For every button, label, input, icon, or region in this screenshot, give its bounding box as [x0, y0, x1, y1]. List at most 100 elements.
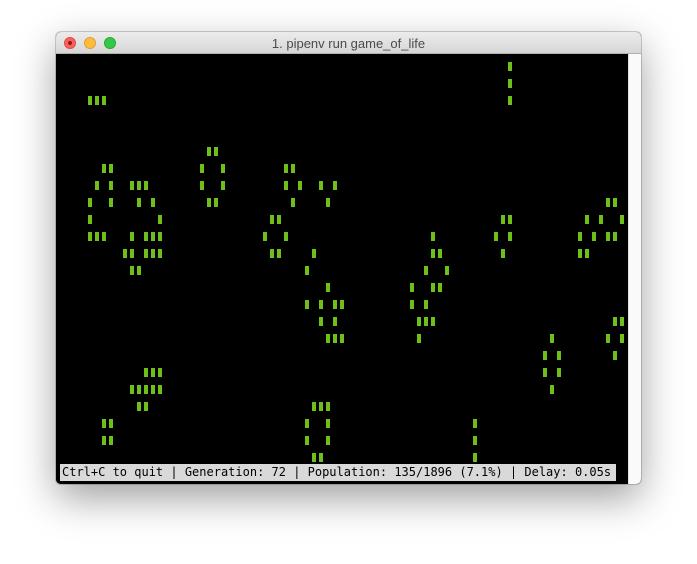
- live-cell: [508, 215, 512, 224]
- live-cell: [550, 385, 554, 394]
- live-cell: [606, 232, 610, 241]
- live-cell: [137, 181, 141, 190]
- live-cell: [508, 62, 512, 71]
- live-cell: [144, 249, 148, 258]
- live-cell: [88, 215, 92, 224]
- live-cell: [494, 232, 498, 241]
- live-cell: [326, 198, 330, 207]
- live-cell: [599, 215, 603, 224]
- title-bar[interactable]: 1. pipenv run game_of_life: [56, 32, 641, 54]
- live-cell: [326, 436, 330, 445]
- live-cell: [158, 385, 162, 394]
- live-cell: [620, 317, 624, 326]
- live-cell: [263, 232, 267, 241]
- live-cell: [557, 351, 561, 360]
- live-cell: [291, 198, 295, 207]
- live-cell: [417, 317, 421, 326]
- live-cell: [445, 266, 449, 275]
- live-cell: [214, 147, 218, 156]
- live-cell: [543, 351, 547, 360]
- scrollbar[interactable]: [628, 54, 641, 484]
- live-cell: [95, 232, 99, 241]
- live-cell: [550, 334, 554, 343]
- live-cell: [501, 249, 505, 258]
- live-cell: [305, 266, 309, 275]
- status-bar: Ctrl+C to quit | Generation: 72 | Popula…: [60, 464, 616, 481]
- live-cell: [270, 249, 274, 258]
- live-cell: [613, 198, 617, 207]
- live-cell: [151, 232, 155, 241]
- live-cell: [291, 164, 295, 173]
- live-cell: [326, 283, 330, 292]
- live-cell: [585, 215, 589, 224]
- live-cell: [620, 215, 624, 224]
- live-cell: [151, 368, 155, 377]
- live-cell: [578, 249, 582, 258]
- live-cell: [130, 249, 134, 258]
- live-cell: [340, 334, 344, 343]
- live-cell: [130, 232, 134, 241]
- live-cell: [88, 96, 92, 105]
- live-cell: [424, 266, 428, 275]
- live-cell: [340, 300, 344, 309]
- live-cell: [95, 181, 99, 190]
- live-cell: [277, 249, 281, 258]
- live-cell: [319, 181, 323, 190]
- live-cell: [109, 198, 113, 207]
- live-cell: [508, 232, 512, 241]
- live-cell: [130, 181, 134, 190]
- live-cell: [109, 436, 113, 445]
- live-cell: [137, 198, 141, 207]
- live-cell: [109, 181, 113, 190]
- live-cell: [501, 215, 505, 224]
- live-cell: [270, 215, 274, 224]
- live-cell: [144, 385, 148, 394]
- live-cell: [333, 317, 337, 326]
- live-cell: [620, 334, 624, 343]
- live-cell: [473, 453, 477, 462]
- live-cell: [130, 385, 134, 394]
- live-cell: [144, 402, 148, 411]
- live-cell: [431, 283, 435, 292]
- live-cell: [158, 215, 162, 224]
- live-cell: [137, 385, 141, 394]
- live-cell: [102, 436, 106, 445]
- live-cell: [298, 181, 302, 190]
- live-cell: [424, 300, 428, 309]
- live-cell: [319, 317, 323, 326]
- live-cell: [473, 436, 477, 445]
- live-cell: [592, 232, 596, 241]
- live-cell: [214, 198, 218, 207]
- live-cell: [144, 232, 148, 241]
- live-cell: [508, 96, 512, 105]
- live-cell: [109, 419, 113, 428]
- live-cell: [102, 164, 106, 173]
- live-cell: [102, 419, 106, 428]
- live-cell: [431, 232, 435, 241]
- live-cell: [333, 334, 337, 343]
- live-cell: [95, 96, 99, 105]
- live-cell: [613, 317, 617, 326]
- live-cell: [438, 283, 442, 292]
- live-cell: [123, 249, 127, 258]
- live-cell: [151, 385, 155, 394]
- live-cell: [326, 334, 330, 343]
- live-cell: [606, 334, 610, 343]
- live-cell: [319, 300, 323, 309]
- live-cell: [200, 164, 204, 173]
- live-cell: [102, 96, 106, 105]
- live-cell: [158, 249, 162, 258]
- live-cell: [312, 402, 316, 411]
- live-cell: [578, 232, 582, 241]
- live-cell: [130, 266, 134, 275]
- live-cell: [606, 198, 610, 207]
- live-cell: [417, 334, 421, 343]
- live-cell: [88, 232, 92, 241]
- live-cell: [473, 419, 477, 428]
- terminal-content[interactable]: Ctrl+C to quit | Generation: 72 | Popula…: [56, 54, 628, 484]
- live-cell: [424, 317, 428, 326]
- live-cell: [109, 164, 113, 173]
- live-cell: [305, 436, 309, 445]
- live-cell: [431, 317, 435, 326]
- live-cell: [221, 181, 225, 190]
